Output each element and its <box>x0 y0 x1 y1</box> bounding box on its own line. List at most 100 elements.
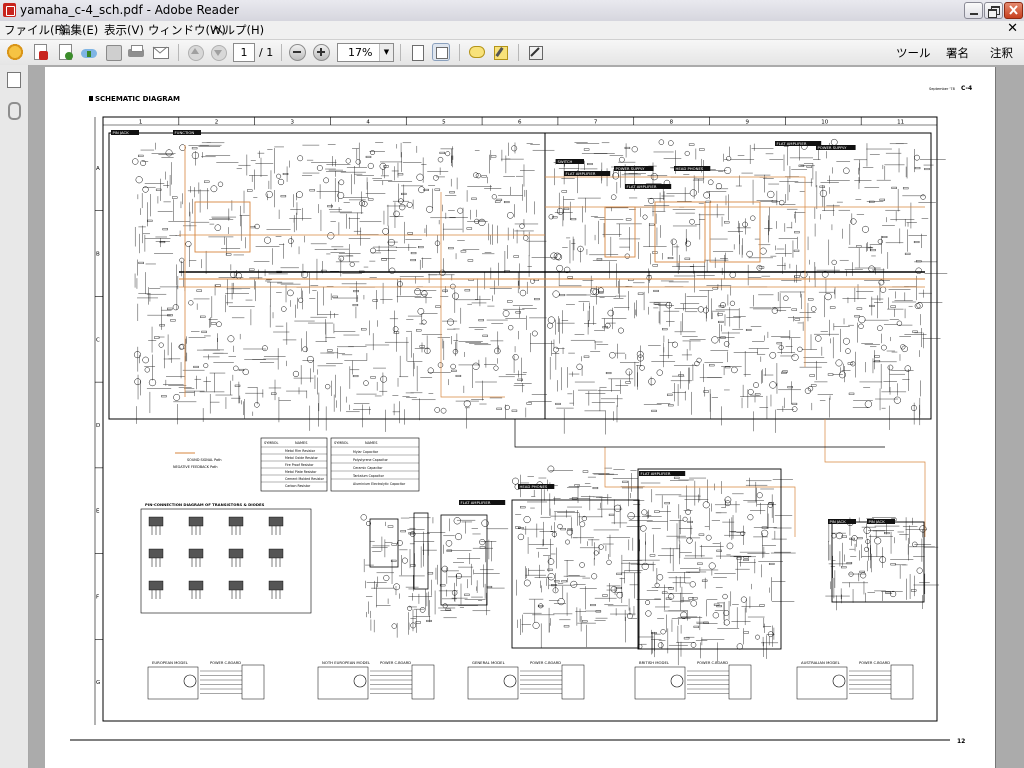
highlight-icon[interactable] <box>491 43 509 61</box>
transistor <box>188 300 194 306</box>
transistor <box>916 567 923 574</box>
transistor <box>640 525 647 532</box>
highlighted-module <box>194 201 251 253</box>
transistor <box>729 271 736 279</box>
transistor <box>135 176 143 184</box>
tools-button[interactable]: ツール <box>896 45 931 61</box>
menu-edit[interactable]: 編集(E) <box>59 22 98 38</box>
transistor <box>656 369 663 376</box>
resistor <box>353 290 359 293</box>
chevron-down-icon[interactable]: ▼ <box>379 44 393 61</box>
column-label: 8 <box>670 120 674 126</box>
upload-cloud-icon[interactable] <box>80 43 98 61</box>
expand-icon[interactable] <box>526 43 544 61</box>
document-area[interactable]: 1 2 3 4 5 6 7 8 9 10 11 A B C D E F G PIN JACK FUNCTION SWIT… <box>29 65 1024 768</box>
resistor <box>924 168 930 171</box>
transistor <box>570 580 578 588</box>
resistor <box>667 257 674 260</box>
menu-file[interactable]: ファイル(F) <box>4 22 66 38</box>
transistor <box>742 221 748 228</box>
legend-entry: Aluminium Electrolytic Capacitor <box>353 482 406 486</box>
next-page-icon[interactable] <box>209 43 227 61</box>
transistor <box>379 162 387 170</box>
transistor <box>502 310 510 317</box>
resistor <box>439 151 446 154</box>
print-icon[interactable] <box>127 43 145 61</box>
zoom-in-icon[interactable] <box>312 43 330 61</box>
sign-button[interactable]: 署名 <box>946 45 969 61</box>
resistor <box>167 307 173 310</box>
model-board-label: POWER C.BOARD <box>697 661 728 665</box>
page-number-input[interactable]: 1 <box>233 43 255 62</box>
transistor <box>747 388 754 395</box>
transistor <box>452 292 459 300</box>
transistor <box>140 160 147 167</box>
transistor-package <box>228 580 244 591</box>
resistor <box>515 311 521 314</box>
model-transformer <box>183 674 197 688</box>
attachments-icon[interactable] <box>8 102 21 120</box>
resistor <box>698 533 705 536</box>
transistor <box>242 368 249 376</box>
resistor <box>724 221 730 224</box>
resistor <box>435 305 441 308</box>
resistor <box>496 198 503 201</box>
close-document-icon[interactable]: ✕ <box>1007 21 1018 36</box>
resistor <box>684 257 691 260</box>
minimize-button[interactable] <box>964 2 983 19</box>
transistor <box>625 368 633 376</box>
transistor <box>690 600 697 607</box>
resistor <box>159 324 165 327</box>
transistor <box>276 173 282 179</box>
resistor <box>418 246 424 249</box>
transistor <box>511 145 518 152</box>
comment-icon[interactable] <box>467 43 485 61</box>
transistor <box>797 346 803 353</box>
document-heading: SCHEMATIC DIAGRAM <box>95 95 180 103</box>
resistor <box>743 631 749 634</box>
close-window-button[interactable] <box>1004 2 1023 19</box>
transistor <box>715 183 723 190</box>
open-icon[interactable] <box>6 43 24 61</box>
transistor <box>641 509 648 516</box>
transistor-package <box>188 516 204 527</box>
column-label: 1 <box>139 120 143 126</box>
resistor <box>496 407 502 410</box>
transistor <box>914 154 920 161</box>
transistor <box>756 264 763 271</box>
resistor <box>526 402 532 405</box>
transistor <box>579 562 585 568</box>
fit-page-icon[interactable] <box>408 43 426 61</box>
transistor <box>864 400 872 408</box>
create-pdf-icon[interactable] <box>31 43 49 61</box>
transistor <box>791 353 799 361</box>
transistor <box>298 297 304 303</box>
column-label: 9 <box>745 120 749 126</box>
menu-help[interactable]: ヘルプ(H) <box>212 22 264 38</box>
restore-button[interactable] <box>984 2 1003 19</box>
menu-view[interactable]: 表示(V) <box>104 22 144 38</box>
power-supply-circuit <box>512 465 654 648</box>
transistor <box>579 521 586 528</box>
comment-button[interactable]: 注釈 <box>990 45 1013 61</box>
transistor <box>606 559 612 565</box>
highlighted-module <box>604 206 636 258</box>
transistor <box>756 492 763 499</box>
fit-width-icon[interactable] <box>432 43 450 61</box>
resistor <box>616 572 622 575</box>
transistor <box>173 393 181 401</box>
zoom-out-icon[interactable] <box>288 43 306 61</box>
email-icon[interactable] <box>151 43 169 61</box>
transistor <box>553 346 559 353</box>
zoom-select[interactable]: 17% ▼ <box>337 43 394 62</box>
transistor <box>414 288 422 296</box>
transistor <box>504 404 510 410</box>
resistor <box>648 223 655 226</box>
share-icon[interactable] <box>56 43 74 61</box>
transistor <box>338 179 345 186</box>
save-icon[interactable] <box>104 43 122 61</box>
previous-page-icon[interactable] <box>186 43 204 61</box>
resistor <box>352 304 359 307</box>
transistor <box>868 265 875 273</box>
page-thumbnails-icon[interactable] <box>7 72 21 88</box>
